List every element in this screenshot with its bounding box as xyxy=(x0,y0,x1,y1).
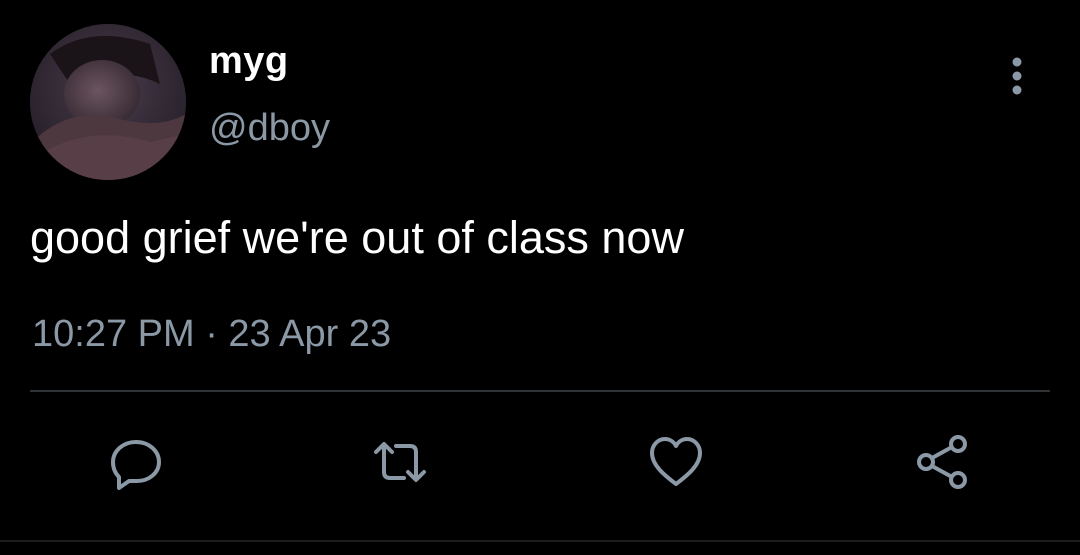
retweet-icon xyxy=(374,442,426,482)
avatar[interactable] xyxy=(30,24,186,180)
heart-icon xyxy=(650,437,702,486)
profile-photo-icon xyxy=(30,24,186,180)
share-button[interactable] xyxy=(912,432,972,492)
divider xyxy=(30,390,1050,392)
vertical-dots-icon xyxy=(1012,57,1022,95)
user-handle[interactable]: @dboy xyxy=(209,107,330,150)
tweet-text: good grief we're out of class now xyxy=(30,212,684,263)
display-name[interactable]: myg xyxy=(209,40,289,83)
timestamp[interactable]: 10:27 PM · 23 Apr 23 xyxy=(32,313,391,356)
retweet-button[interactable] xyxy=(370,432,430,492)
bottom-divider xyxy=(0,540,1080,542)
reply-button[interactable] xyxy=(106,432,166,492)
like-button[interactable] xyxy=(646,432,706,492)
reply-icon xyxy=(111,440,161,490)
more-options-button[interactable] xyxy=(1000,54,1034,100)
share-icon xyxy=(917,435,967,489)
